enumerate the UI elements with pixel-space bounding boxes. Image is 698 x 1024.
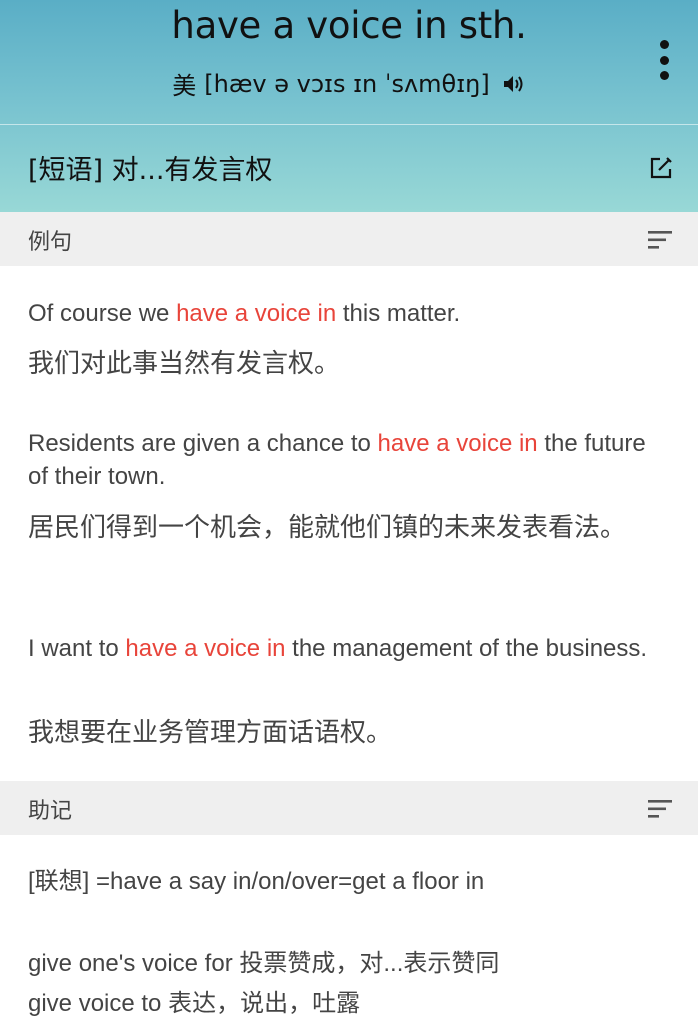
- examples-title: 例句: [28, 230, 73, 255]
- examples-section-header[interactable]: 例句: [0, 212, 698, 266]
- example-zh-2: 居民们得到一个机会，能就他们镇的未来发表看法。: [28, 513, 627, 543]
- example-highlight: have a voice in: [377, 430, 538, 457]
- mnemonic-section-header[interactable]: 助记: [0, 781, 698, 835]
- mnemonic-line-3: give voice to 表达，说出，吐露: [28, 990, 361, 1017]
- definition: [短语] 对...有发言权: [28, 155, 273, 186]
- example-highlight: have a voice in: [176, 300, 337, 327]
- headword: have a voice in sth.: [171, 4, 527, 47]
- mnemonic-line-1: [联想] =have a say in/on/over=get a floor …: [28, 868, 485, 895]
- sort-lines-icon[interactable]: [648, 799, 672, 819]
- header-divider: [0, 124, 698, 125]
- mnemonic-line-2: give one's voice for 投票赞成，对...表示赞同: [28, 950, 500, 977]
- phonetic-text: [hæv ə vɔɪs ɪn ˈsʌmθɪŋ]: [204, 69, 490, 98]
- phonetic-row[interactable]: 美 [hæv ə vɔɪs ɪn ˈsʌmθɪŋ]: [0, 66, 698, 101]
- edit-icon[interactable]: [648, 155, 674, 181]
- example-en-3: I want to have a voice in the management…: [28, 635, 648, 662]
- example-highlight: have a voice in: [125, 635, 286, 662]
- mnemonic-title: 助记: [28, 799, 73, 824]
- sort-lines-icon[interactable]: [648, 230, 672, 250]
- example-zh-3: 我想要在业务管理方面话语权。: [28, 718, 393, 748]
- example-en-2: Residents are given a chance to have a v…: [28, 430, 646, 490]
- more-vertical-icon[interactable]: [658, 40, 670, 80]
- speaker-icon[interactable]: [502, 74, 526, 94]
- phonetic-region: 美: [172, 72, 197, 100]
- word-header: have a voice in sth. 美 [hæv ə vɔɪs ɪn ˈs…: [0, 0, 698, 212]
- example-zh-1: 我们对此事当然有发言权。: [28, 349, 341, 379]
- example-en-1: Of course we have a voice in this matter…: [28, 300, 461, 327]
